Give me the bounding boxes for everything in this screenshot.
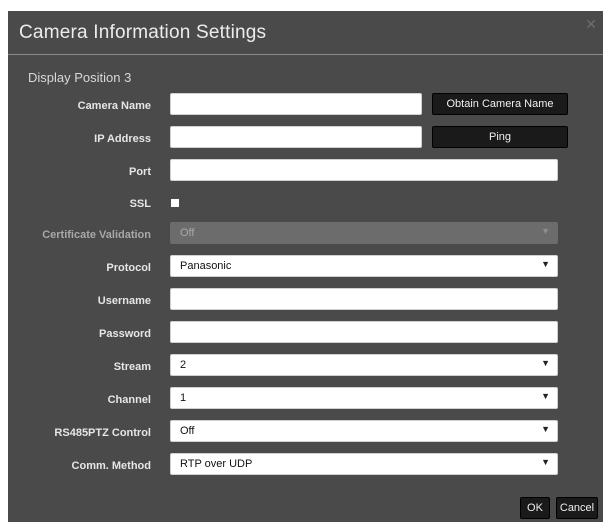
rs485ptz-control-label: RS485PTZ Control [54, 427, 151, 439]
password-input[interactable] [170, 321, 558, 343]
rs485ptz-control-select[interactable]: Off ▼ [170, 420, 558, 442]
stream-label: Stream [113, 361, 151, 373]
certificate-validation-select: Off ▼ [170, 222, 558, 244]
username-label: Username [97, 295, 151, 307]
ip-address-input[interactable] [170, 126, 422, 148]
chevron-down-icon: ▼ [541, 391, 550, 401]
obtain-camera-name-button[interactable]: Obtain Camera Name [432, 93, 568, 115]
chevron-down-icon: ▼ [541, 457, 550, 467]
ssl-label: SSL [129, 198, 151, 210]
protocol-label: Protocol [106, 262, 151, 274]
camera-name-input[interactable] [170, 93, 422, 115]
protocol-value: Panasonic [180, 260, 232, 272]
username-input[interactable] [170, 288, 558, 310]
channel-label: Channel [107, 394, 151, 406]
ssl-checkbox[interactable] [171, 199, 179, 207]
chevron-down-icon: ▼ [541, 358, 550, 368]
comm-method-value: RTP over UDP [180, 458, 253, 470]
dialog-titlebar: Camera Information Settings ✕ [8, 11, 603, 55]
camera-information-settings-dialog: Camera Information Settings ✕ Display Po… [8, 11, 603, 522]
password-label: Password [99, 328, 151, 340]
channel-value: 1 [180, 392, 187, 404]
camera-name-label: Camera Name [77, 100, 151, 112]
stream-value: 2 [180, 359, 187, 371]
chevron-down-icon: ▼ [541, 259, 550, 269]
cancel-button[interactable]: Cancel [556, 497, 598, 519]
dialog-title: Camera Information Settings [19, 22, 267, 43]
comm-method-select[interactable]: RTP over UDP ▼ [170, 453, 558, 475]
close-icon[interactable]: ✕ [585, 17, 597, 31]
certificate-validation-value: Off [180, 227, 195, 239]
port-label: Port [129, 166, 151, 178]
chevron-down-icon: ▼ [541, 226, 550, 236]
chevron-down-icon: ▼ [541, 424, 550, 434]
stream-select[interactable]: 2 ▼ [170, 354, 558, 376]
rs485ptz-control-value: Off [180, 425, 195, 437]
certificate-validation-label: Certificate Validation [42, 229, 151, 241]
ip-address-label: IP Address [94, 133, 151, 145]
section-title: Display Position 3 [28, 70, 132, 85]
ok-button[interactable]: OK [520, 497, 550, 519]
protocol-select[interactable]: Panasonic ▼ [170, 255, 558, 277]
channel-select[interactable]: 1 ▼ [170, 387, 558, 409]
comm-method-label: Comm. Method [71, 460, 151, 472]
port-input[interactable] [170, 159, 558, 181]
ping-button[interactable]: Ping [432, 126, 568, 148]
